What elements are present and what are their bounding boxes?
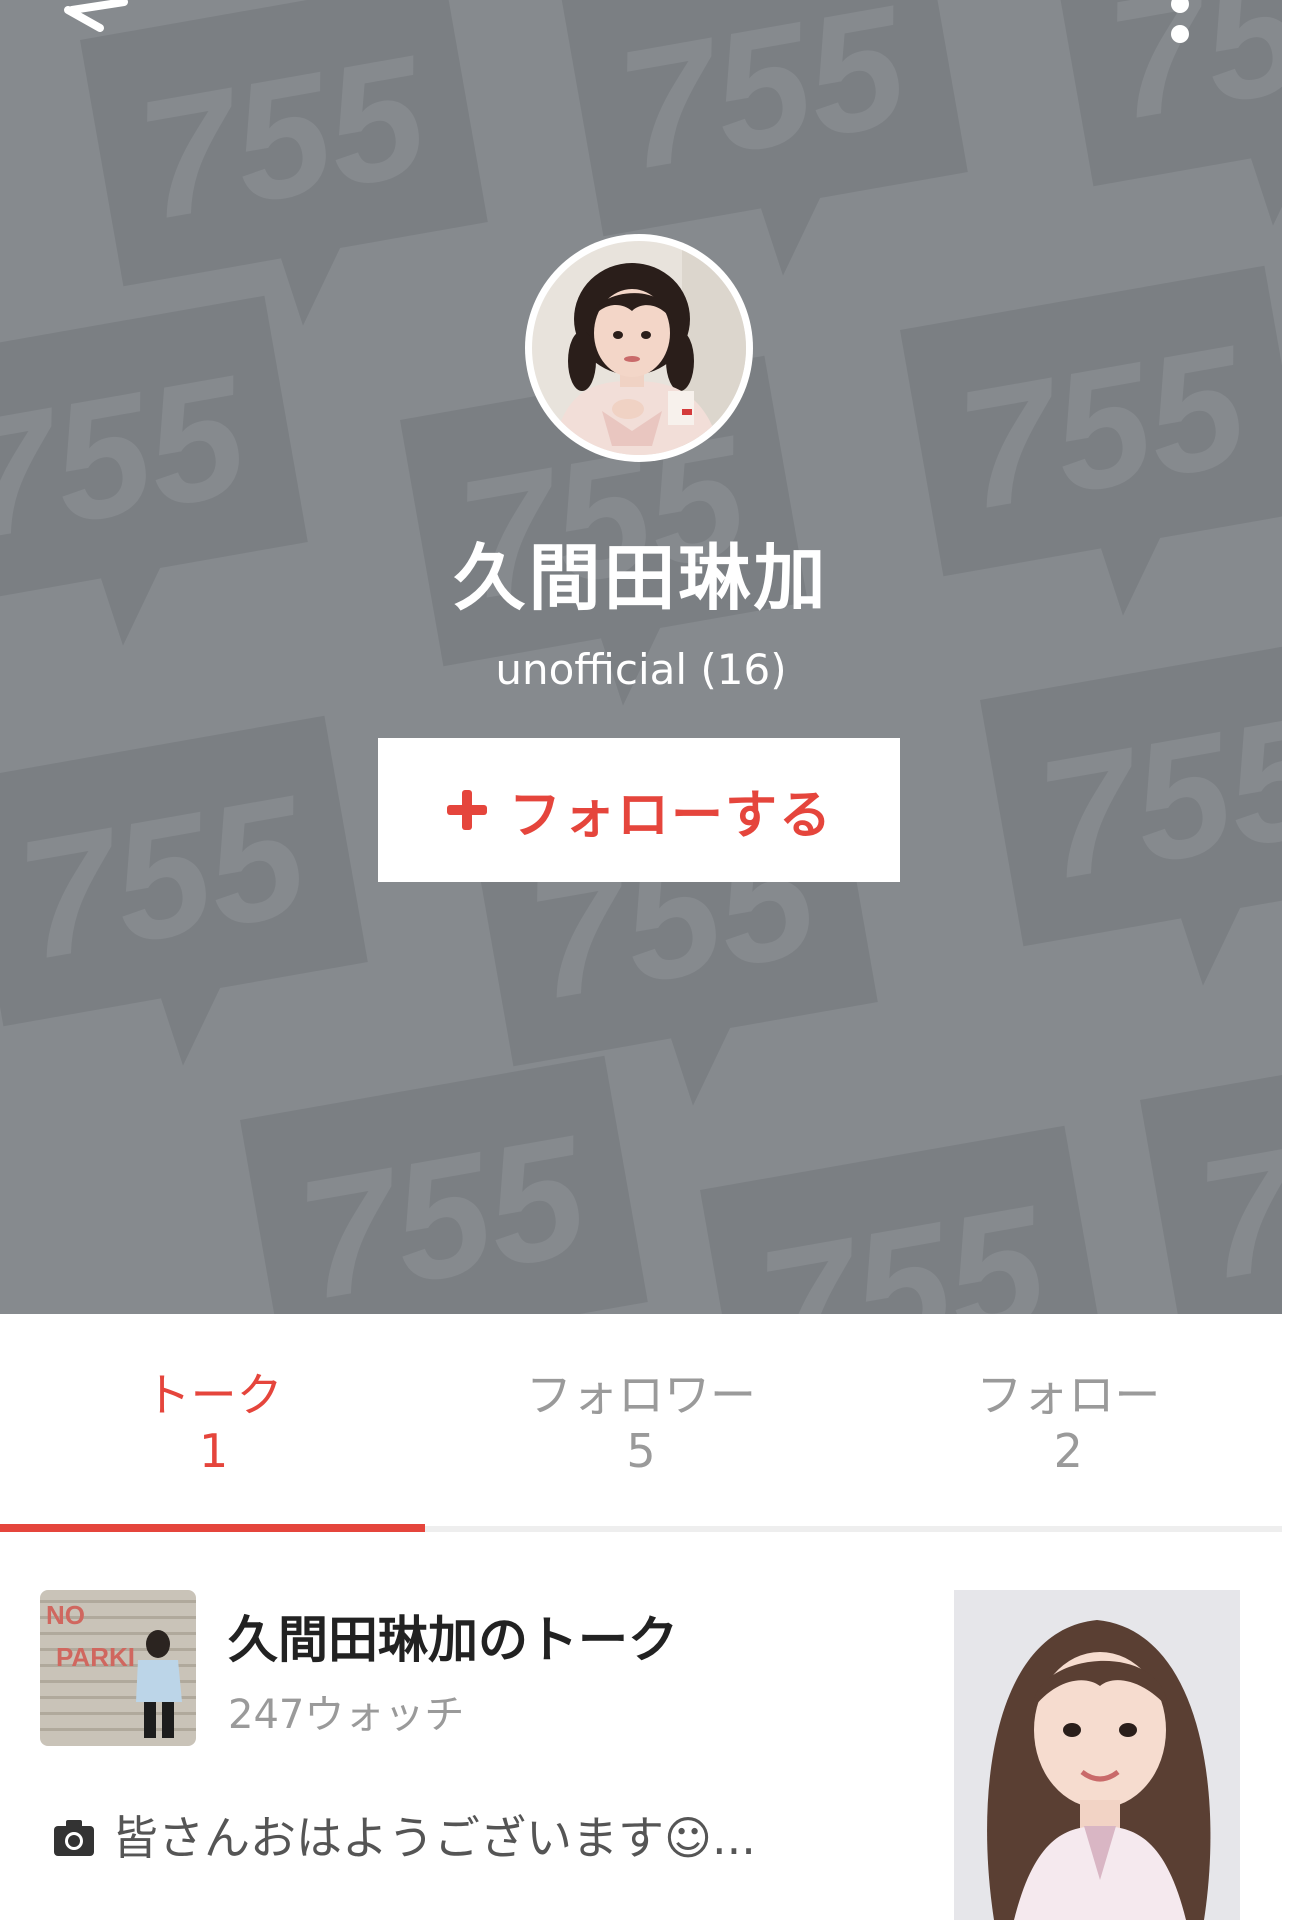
profile-page: 755 755 755 755 755 755 755 755 755 755 755 755 [0,0,1304,1920]
talk-title: 久間田琳加のトーク [228,1611,678,1669]
more-vertical-icon [1171,0,1189,43]
tab-active-indicator [0,1524,425,1532]
more-menu-button[interactable] [1156,0,1204,52]
talk-preview-text: 皆さんおはようございます☺︎... [112,1811,756,1865]
back-button[interactable] [58,0,138,44]
talk-photo [954,1590,1240,1920]
profile-name: 久間田琳加 [453,536,829,620]
talk-watch-count: 247ウォッチ [228,1692,465,1738]
pattern-bubble: 755 [0,715,368,1066]
tab-followers-label: フォロワー [525,1368,756,1422]
tab-talk[interactable]: トーク 1 [0,1314,427,1532]
pattern-bubble: 755 [700,1125,1108,1314]
right-edge [1282,0,1304,1314]
profile-subtitle: unofficial (16) [495,645,787,694]
thumb-text-parking: PARKI [56,1642,135,1672]
pattern-bubble: 755 [80,0,488,326]
talk-preview: 皆さんおはようございます☺︎... [52,1808,952,1868]
tab-talk-label: トーク [144,1368,283,1422]
follow-button-label: フォローする [508,785,833,846]
tab-followers-count: 5 [626,1424,656,1478]
tab-talk-count: 1 [199,1424,229,1478]
back-arrow-icon [64,0,128,32]
profile-header: 755 755 755 755 755 755 755 755 755 755 755 755 [0,0,1282,1314]
avatar[interactable] [525,234,753,462]
talk-list-item[interactable]: NO PARKI 久間田琳加のトーク 247ウォッチ 皆さんおはようございます☺… [0,1540,1304,1920]
thumb-text-no: NO [46,1600,85,1630]
pattern-bubble: 755 [240,1055,648,1314]
profile-tabs: トーク 1 フォロワー 5 フォロー 2 [0,1314,1282,1532]
tab-following-label: フォロー [976,1368,1161,1422]
tab-following-count: 2 [1053,1424,1083,1478]
tab-following[interactable]: フォロー 2 [855,1314,1282,1532]
pattern-bubble: 755 [1140,1035,1282,1314]
plus-icon [446,790,487,830]
talk-thumbnail: NO PARKI [40,1590,196,1746]
follow-button[interactable]: フォローする [378,738,900,882]
tab-followers[interactable]: フォロワー 5 [427,1314,854,1532]
camera-icon [54,1820,94,1856]
profile-photo [532,241,746,455]
